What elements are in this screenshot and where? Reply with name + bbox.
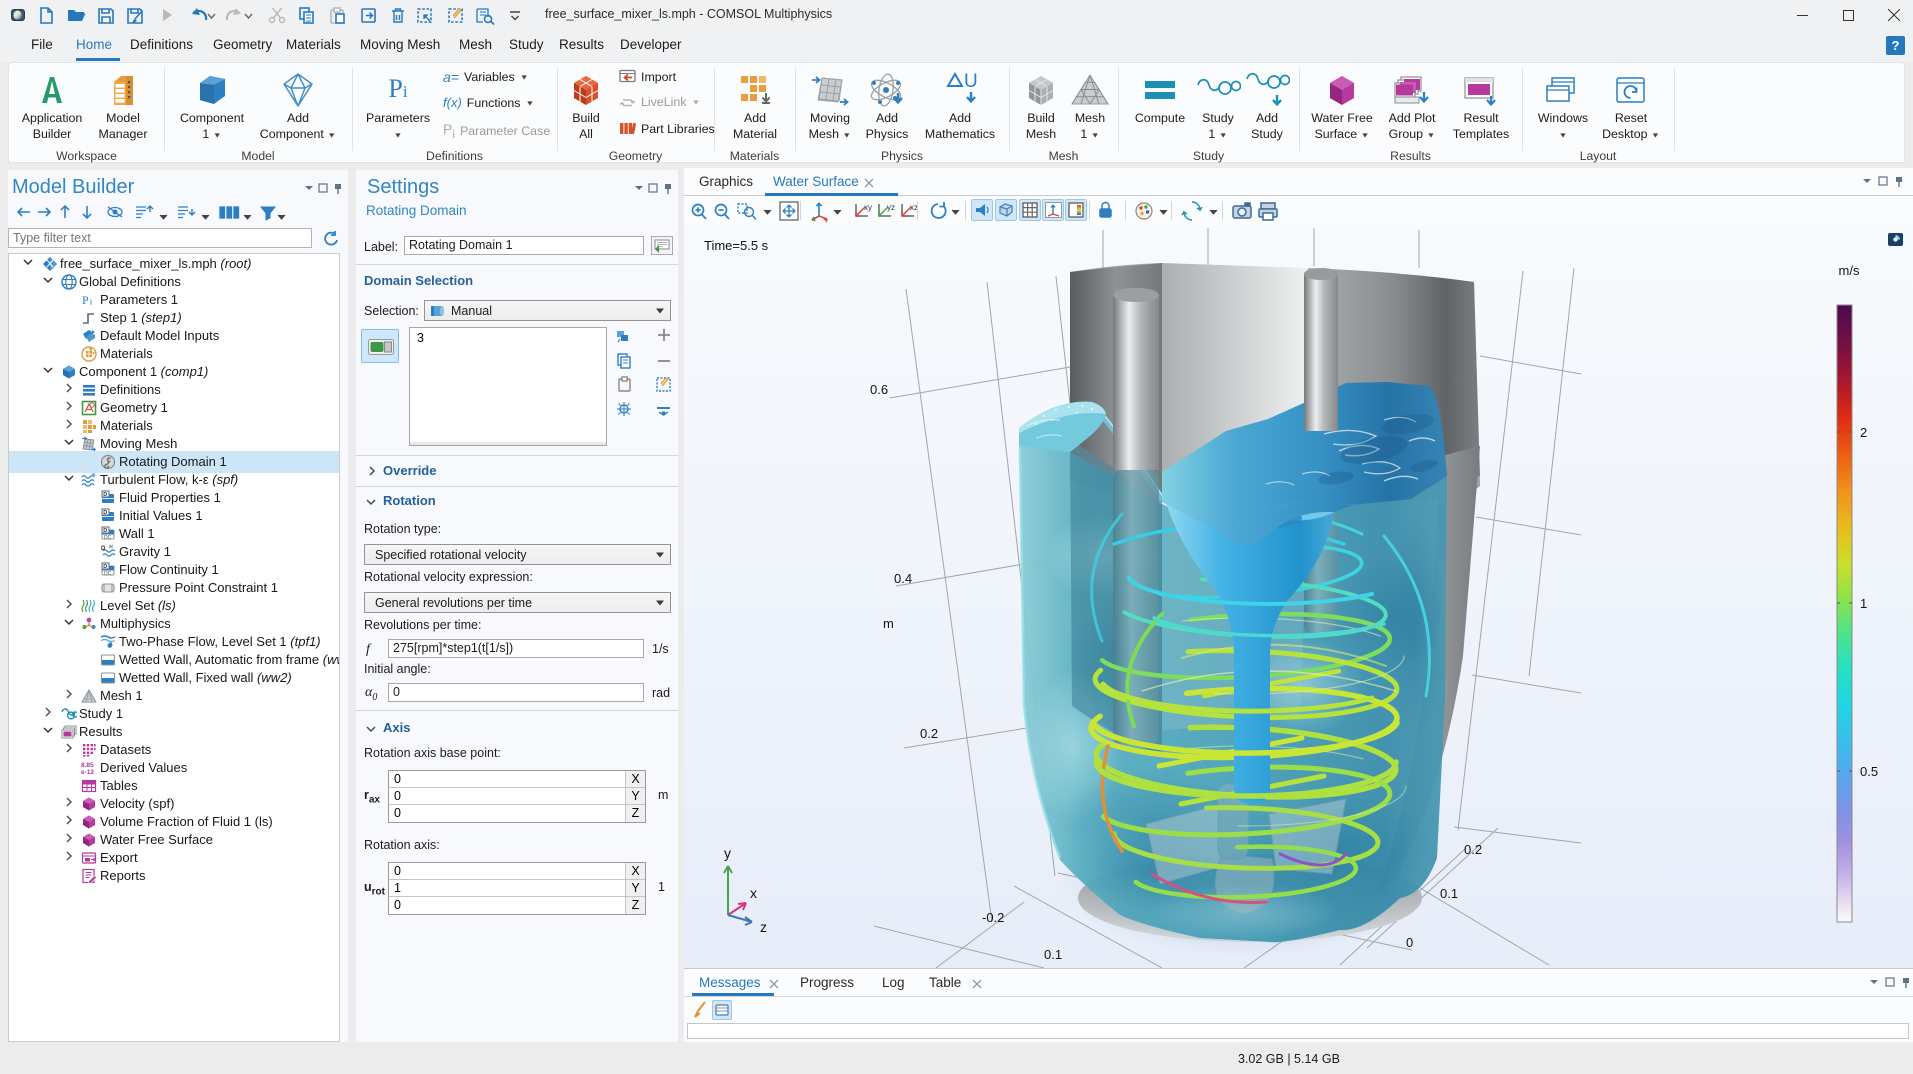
svg-text:U: U bbox=[964, 72, 978, 92]
svg-text:0.6: 0.6 bbox=[870, 382, 888, 397]
svg-text:0.4: 0.4 bbox=[894, 571, 912, 586]
svg-text:m: m bbox=[883, 616, 894, 631]
svg-text:P: P bbox=[82, 293, 89, 307]
svg-text:1: 1 bbox=[1860, 596, 1867, 611]
svg-text:i: i bbox=[90, 297, 92, 307]
svg-text:D: D bbox=[103, 492, 107, 498]
svg-text:0.2: 0.2 bbox=[920, 726, 938, 741]
svg-text:0.1: 0.1 bbox=[1440, 886, 1458, 901]
svg-text:0.2: 0.2 bbox=[1464, 842, 1482, 857]
svg-text:z: z bbox=[760, 919, 767, 935]
svg-text:0.1: 0.1 bbox=[1044, 947, 1062, 962]
svg-text:2: 2 bbox=[1860, 425, 1867, 440]
svg-text:0: 0 bbox=[1406, 935, 1413, 950]
svg-text:D: D bbox=[103, 510, 107, 516]
svg-text:D: D bbox=[101, 546, 106, 552]
svg-text:-0.2: -0.2 bbox=[982, 910, 1004, 925]
svg-text:y: y bbox=[724, 845, 731, 861]
svg-text:D: D bbox=[103, 528, 107, 534]
svg-text:0.5: 0.5 bbox=[1860, 764, 1878, 779]
svg-text:x: x bbox=[750, 885, 757, 901]
svg-text:8.85: 8.85 bbox=[81, 762, 94, 769]
svg-text:yz: yz bbox=[887, 203, 895, 212]
svg-text:D: D bbox=[103, 564, 107, 570]
svg-text:m/s: m/s bbox=[1839, 263, 1860, 278]
svg-text:xy: xy bbox=[864, 203, 872, 212]
